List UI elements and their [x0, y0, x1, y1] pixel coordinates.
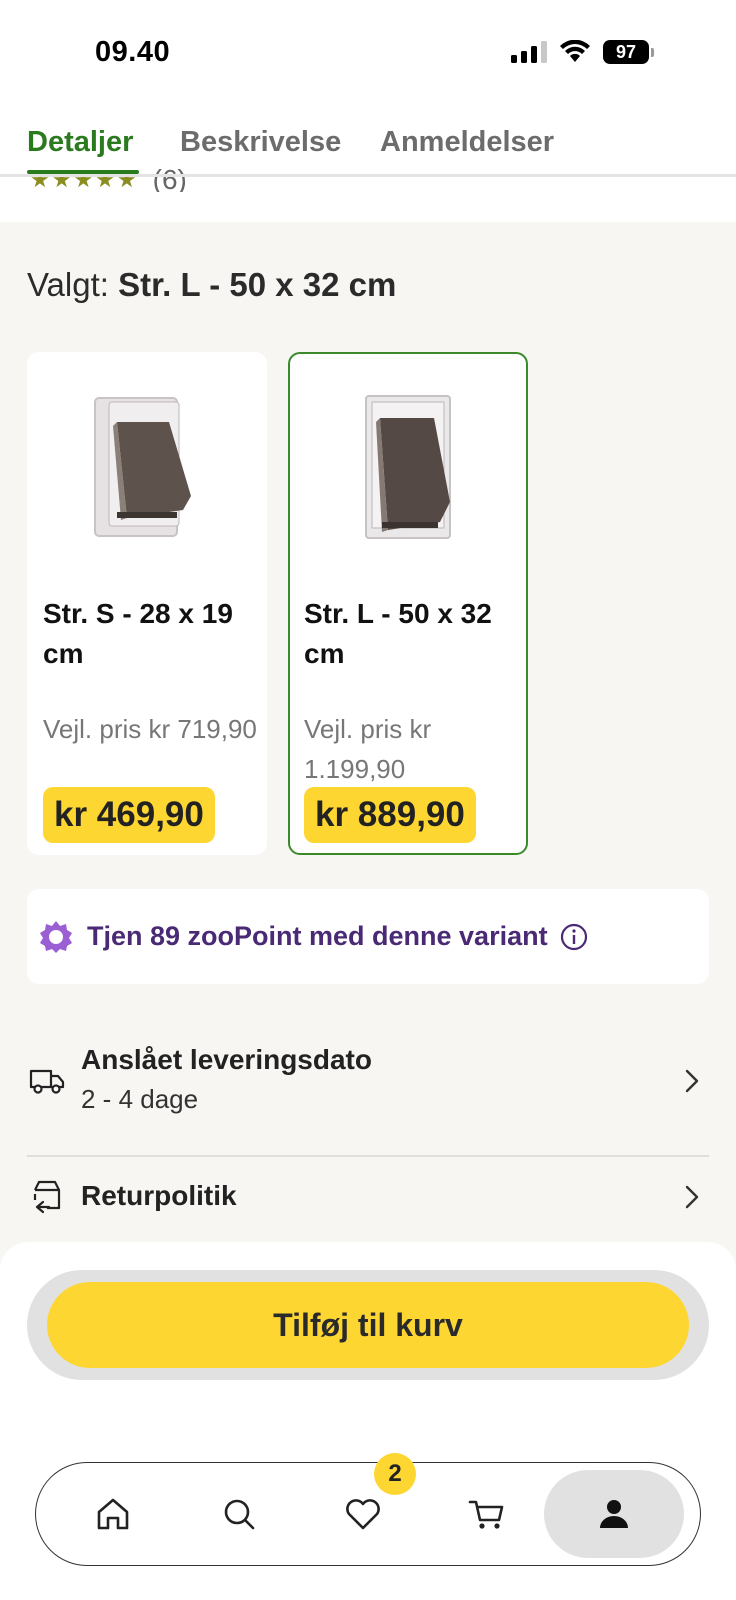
- bottom-navigation: 2: [35, 1453, 701, 1566]
- delivery-title: Anslået leveringsdato: [81, 1044, 372, 1075]
- wifi-icon: [560, 40, 590, 62]
- info-icon[interactable]: [560, 923, 588, 951]
- nav-account[interactable]: [544, 1470, 684, 1558]
- user-icon: [600, 1500, 628, 1528]
- cellular-signal-icon: [511, 41, 547, 63]
- tab-reviews[interactable]: Anmeldelser: [380, 126, 554, 159]
- return-package-icon: [33, 1180, 61, 1214]
- nav-home[interactable]: [58, 1475, 168, 1553]
- home-icon: [97, 1498, 129, 1530]
- favorites-count-badge: 2: [374, 1453, 416, 1495]
- heart-icon: [346, 1499, 380, 1530]
- battery-icon: 97: [603, 40, 654, 64]
- zoopoint-badge-icon: [40, 920, 72, 953]
- delivery-row[interactable]: Anslået leveringsdato 2 - 4 dage: [27, 1040, 709, 1120]
- selected-label: Valgt:: [27, 266, 109, 303]
- tab-details[interactable]: Detaljer: [27, 126, 133, 159]
- product-tabs: ★★★★★ (6) Detaljer Beskrivelse Anmeldels…: [0, 108, 736, 222]
- status-icons: 97: [511, 40, 654, 64]
- row-divider: [27, 1155, 709, 1157]
- tabs-divider: [0, 174, 736, 177]
- search-icon: [224, 1499, 255, 1530]
- chevron-right-icon: [685, 1069, 699, 1093]
- variant-card-s[interactable]: Str. S - 28 x 19 cm Vejl. pris kr 719,90…: [27, 352, 267, 855]
- variant-price: kr 469,90: [43, 787, 215, 843]
- pet-door-large-image: [365, 395, 451, 539]
- truck-icon: [29, 1069, 65, 1094]
- active-tab-indicator: [27, 170, 139, 174]
- tab-description[interactable]: Beskrivelse: [180, 126, 341, 159]
- pet-door-small-image: [94, 397, 191, 537]
- variant-rrp: Vejl. pris kr 1.199,90: [304, 714, 432, 784]
- variant-rrp: Vejl. pris kr 719,90: [43, 714, 257, 744]
- status-time: 09.40: [95, 36, 171, 68]
- variant-price: kr 889,90: [304, 787, 476, 843]
- selected-variant-line: Valgt: Str. L - 50 x 32 cm: [27, 266, 396, 304]
- zoopoint-banner: Tjen 89 zooPoint med denne variant: [27, 889, 709, 984]
- variant-name: Str. L - 50 x 32 cm: [304, 598, 492, 669]
- returns-title: Returpolitik: [81, 1180, 237, 1211]
- nav-cart[interactable]: [432, 1475, 542, 1553]
- returns-row[interactable]: Returpolitik: [27, 1176, 709, 1216]
- chevron-right-icon: [685, 1185, 699, 1209]
- variant-name: Str. S - 28 x 19 cm: [43, 598, 233, 669]
- add-to-cart-button[interactable]: Tilføj til kurv: [47, 1282, 689, 1368]
- battery-level: 97: [603, 40, 649, 64]
- delivery-subtitle: 2 - 4 dage: [81, 1084, 199, 1114]
- nav-favorites[interactable]: 2: [308, 1453, 418, 1553]
- cart-icon: [468, 1500, 504, 1529]
- status-bar: 09.40 97: [0, 0, 736, 108]
- add-to-cart-wrapper: Tilføj til kurv: [27, 1270, 709, 1380]
- selected-value: Str. L - 50 x 32 cm: [118, 266, 397, 303]
- zoopoint-text: Tjen 89 zooPoint med denne variant: [87, 921, 548, 951]
- nav-search[interactable]: [184, 1475, 294, 1553]
- variant-card-l[interactable]: Str. L - 50 x 32 cm Vejl. pris kr 1.199,…: [288, 352, 528, 855]
